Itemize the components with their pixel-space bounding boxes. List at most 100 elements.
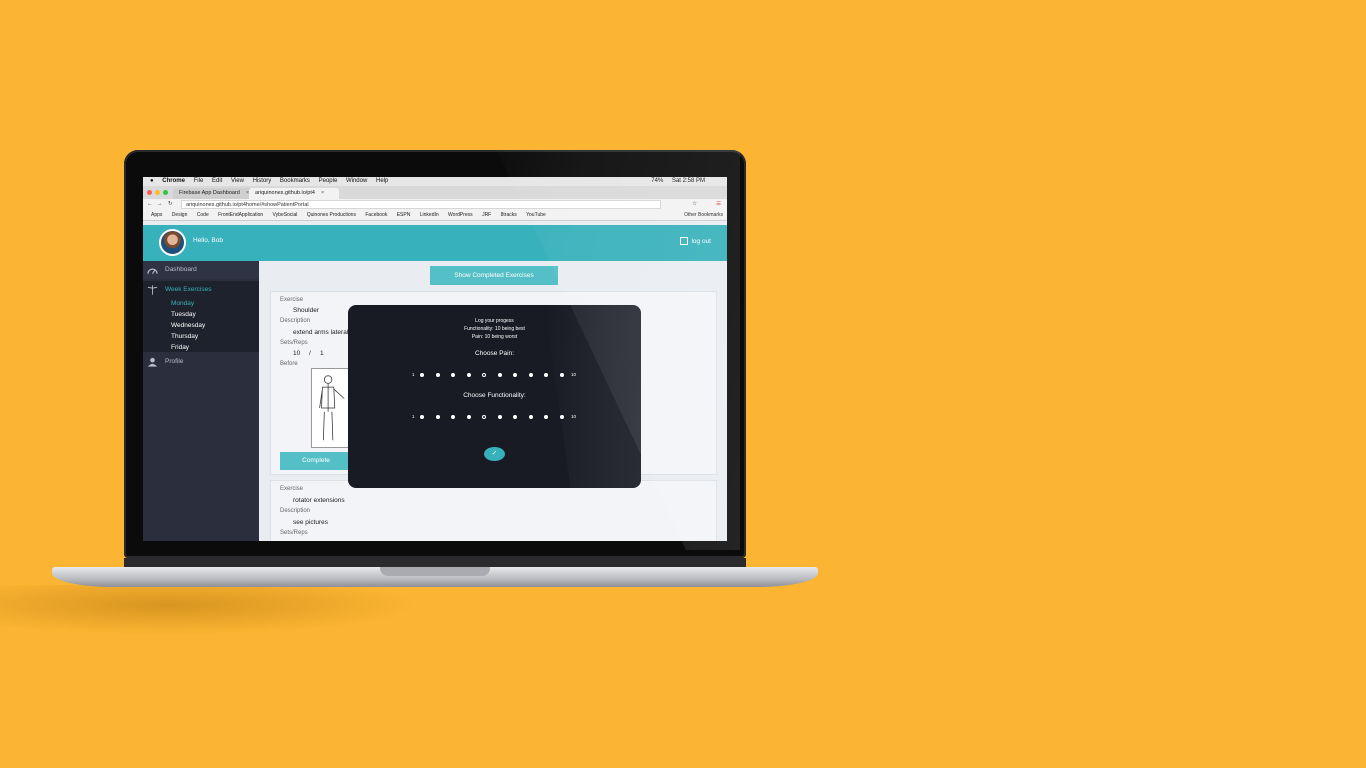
- pain-radio-9[interactable]: [544, 373, 548, 377]
- avatar[interactable]: [159, 229, 186, 256]
- menu-chrome[interactable]: Chrome: [162, 177, 185, 186]
- close-tab-icon[interactable]: ×: [321, 190, 324, 196]
- exercise-description: extend arms lateral: [293, 329, 349, 336]
- day-friday[interactable]: Friday: [171, 344, 189, 351]
- sets-reps-label: Sets/Reps: [280, 340, 308, 346]
- battery-percent: 74%: [651, 178, 664, 184]
- apple-icon[interactable]: ●: [150, 177, 154, 186]
- pain-radio-8[interactable]: [528, 373, 533, 377]
- sidebar-item-week-exercises[interactable]: Week Exercises: [143, 281, 259, 299]
- day-thursday[interactable]: Thursday: [171, 333, 198, 340]
- exercise-name: Shoulder: [293, 307, 320, 314]
- bookmark-8tracks[interactable]: 8tracks: [501, 212, 517, 218]
- functionality-radio-2[interactable]: [435, 415, 440, 419]
- scale-min: 1: [412, 414, 415, 419]
- sidebar-item-profile[interactable]: Profile: [143, 353, 259, 371]
- pain-radio-2[interactable]: [435, 373, 440, 377]
- menu-file[interactable]: File: [194, 177, 204, 186]
- menu-view[interactable]: View: [231, 177, 244, 186]
- functionality-radio-8[interactable]: [528, 415, 533, 419]
- menubar-status: 74% Sat 2:58 PM: [644, 177, 705, 186]
- url-input[interactable]: ariquinones.github.io/pt4home/#showPatie…: [181, 200, 661, 209]
- greeting: Hello, Bob: [193, 237, 223, 244]
- forward-icon[interactable]: →: [157, 199, 163, 210]
- menu-bookmarks[interactable]: Bookmarks: [280, 177, 310, 186]
- back-icon[interactable]: ←: [147, 199, 153, 210]
- day-wednesday[interactable]: Wednesday: [171, 322, 205, 329]
- pain-radio-3[interactable]: [451, 373, 455, 377]
- bookmark-wordpress[interactable]: WordPress: [448, 212, 473, 218]
- laptop-hinge: [124, 558, 746, 567]
- pain-radio-10[interactable]: [559, 373, 564, 377]
- menu-window[interactable]: Window: [346, 177, 367, 186]
- sets-value: 10: [293, 350, 301, 357]
- description-label: Description: [280, 318, 311, 324]
- logout-button[interactable]: log out: [680, 237, 711, 245]
- exercise-label: Exercise: [280, 486, 304, 492]
- sidebar-item-dashboard[interactable]: Dashboard: [143, 261, 259, 279]
- functionality-radio-6[interactable]: [497, 415, 502, 419]
- functionality-radio-7[interactable]: [513, 415, 517, 419]
- sets-reps-separator: /: [309, 350, 311, 357]
- show-completed-button[interactable]: Show Completed Exercises: [430, 266, 558, 285]
- tab-portal[interactable]: ariquinones.github.io/pt4 ×: [249, 188, 339, 199]
- menu-people[interactable]: People: [319, 177, 338, 186]
- menu-edit[interactable]: Edit: [212, 177, 222, 186]
- pain-radio-7[interactable]: [513, 373, 517, 377]
- sidebar-item-label: Week Exercises: [165, 286, 212, 293]
- minimize-window-icon[interactable]: [155, 190, 160, 195]
- bookmark-frontend[interactable]: FrontEndApplication: [218, 212, 263, 218]
- tab-title: Firebase App Dashboard: [179, 190, 240, 196]
- reload-icon[interactable]: ↻: [168, 199, 173, 210]
- pain-radio-5[interactable]: [482, 373, 486, 377]
- menu-icon[interactable]: ☰: [716, 199, 721, 210]
- bookmark-espn[interactable]: ESPN: [397, 212, 411, 218]
- day-monday[interactable]: Monday: [171, 300, 194, 307]
- bookmark-jrf[interactable]: JRF: [482, 212, 491, 218]
- tab-firebase[interactable]: Firebase App Dashboard ×: [173, 188, 255, 199]
- maximize-window-icon[interactable]: [163, 190, 168, 195]
- bookmark-quinones[interactable]: Quinones Productions: [307, 212, 356, 218]
- bookmark-vybesocial[interactable]: VybeSocial: [273, 212, 298, 218]
- bookmark-apps[interactable]: Apps: [151, 212, 162, 218]
- functionality-radio-5[interactable]: [482, 415, 486, 419]
- star-icon[interactable]: ☆: [692, 199, 697, 210]
- functionality-radio-1[interactable]: [420, 415, 424, 419]
- pain-radio-1[interactable]: [420, 373, 424, 377]
- pain-title: Choose Pain:: [474, 350, 515, 357]
- before-label: Before: [280, 361, 298, 367]
- tab-title: ariquinones.github.io/pt4: [255, 190, 315, 196]
- functionality-radio-9[interactable]: [544, 415, 548, 419]
- functionality-radio-3[interactable]: [451, 415, 455, 419]
- pain-radio-4[interactable]: [466, 373, 471, 377]
- bookmark-other[interactable]: Other Bookmarks: [684, 210, 723, 220]
- functionality-radio-10[interactable]: [559, 415, 564, 419]
- pain-radio-6[interactable]: [497, 373, 502, 377]
- bookmark-linkedin[interactable]: LinkedIn: [420, 212, 439, 218]
- menu-help[interactable]: Help: [376, 177, 388, 186]
- body-figure-icon: [319, 375, 345, 441]
- bookmark-youtube[interactable]: YouTube: [526, 212, 546, 218]
- description-label: Description: [280, 508, 311, 514]
- day-tuesday[interactable]: Tuesday: [171, 311, 196, 318]
- close-window-icon[interactable]: [147, 190, 152, 195]
- bookmark-design[interactable]: Design: [172, 212, 188, 218]
- before-image: [311, 368, 349, 448]
- browser-tabbar: Firebase App Dashboard × ariquinones.gith…: [143, 186, 727, 199]
- exercise-label: Exercise: [280, 297, 304, 303]
- bookmark-code[interactable]: Code: [197, 212, 209, 218]
- submit-check-button[interactable]: ✓: [484, 447, 505, 461]
- reps-value: 1: [320, 350, 324, 357]
- sidebar: Dashboard Week Exercises Monday Tuesday …: [143, 261, 259, 541]
- functionality-radio-4[interactable]: [466, 415, 471, 419]
- clock[interactable]: Sat 2:58 PM: [672, 177, 705, 186]
- functionality-scale: 1 10: [412, 413, 576, 421]
- pain-scale: 1 10: [412, 371, 576, 379]
- menu-history[interactable]: History: [253, 177, 272, 186]
- functionality-title: Choose Functionality:: [463, 392, 526, 399]
- sidebar-item-label: Profile: [165, 358, 184, 365]
- bookmark-facebook[interactable]: Facebook: [365, 212, 387, 218]
- complete-button[interactable]: Complete: [280, 452, 352, 470]
- bookmarks-bar: Apps Design Code FrontEndApplication Vyb…: [143, 210, 727, 221]
- sets-reps-label: Sets/Reps: [280, 530, 308, 536]
